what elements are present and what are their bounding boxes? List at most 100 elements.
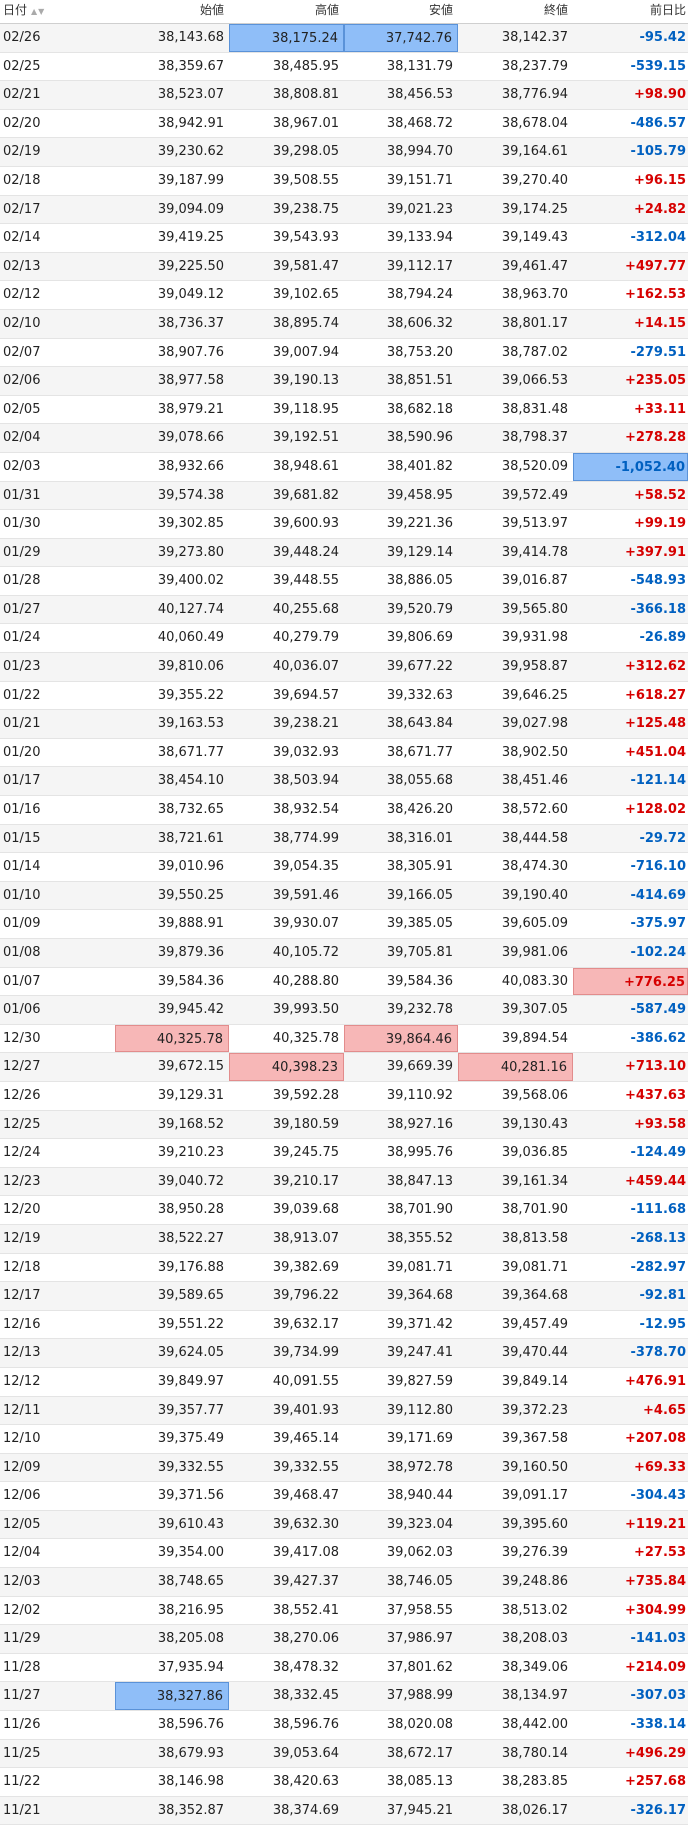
cell-date: 01/07 [3, 973, 41, 989]
table-row: 01/17 38,454.10 38,503.94 38,055.68 38,451.4… [0, 767, 688, 797]
cell-close: 39,161.34 [501, 1173, 568, 1189]
cell-low: 38,794.24 [386, 287, 453, 303]
cell-open: 38,359.67 [157, 58, 224, 74]
table-row: 01/27 40,127.74 40,255.68 39,520.79 39,565.8… [0, 595, 688, 625]
cell-open: 39,040.72 [157, 1173, 224, 1189]
cell-open: 38,522.27 [157, 1230, 224, 1246]
cell-open: 39,176.88 [157, 1259, 224, 1275]
header-high: 高値 [314, 3, 339, 17]
cell-open: 39,551.22 [157, 1316, 224, 1332]
table-row: 11/28 37,935.94 38,478.32 37,801.62 38,349.0… [0, 1654, 688, 1683]
cell-low: 39,332.63 [386, 687, 453, 703]
cell-date: 01/24 [3, 630, 41, 646]
cell-high: 38,808.81 [272, 87, 339, 103]
cell-low: 39,705.81 [386, 945, 453, 960]
cell-close: 38,474.30 [501, 859, 568, 875]
cell-open: 38,732.65 [157, 802, 224, 818]
cell-date: 02/20 [3, 115, 41, 131]
cell-close: 38,572.60 [501, 802, 568, 818]
cell-close: 39,605.09 [501, 916, 568, 932]
cell-open: 38,907.76 [157, 344, 224, 360]
cell-high: 39,681.82 [272, 487, 339, 503]
cell-change: +96.15 [633, 172, 686, 188]
cell-close: 39,160.50 [501, 1459, 568, 1475]
cell-high: 38,552.41 [272, 1602, 339, 1618]
cell-date: 12/04 [3, 1545, 41, 1561]
cell-high: 38,774.99 [272, 830, 339, 846]
cell-change: -312.04 [630, 230, 686, 246]
sort-arrows-icon[interactable]: ▲▼ [31, 2, 45, 22]
cell-open: 39,610.43 [157, 1516, 224, 1532]
header-close: 終値 [543, 3, 568, 17]
cell-close: 38,902.50 [501, 744, 568, 760]
cell-close: 40,281.16 [458, 1053, 573, 1081]
cell-low: 38,753.20 [386, 344, 453, 360]
cell-close: 38,349.06 [501, 1659, 568, 1675]
cell-date: 02/05 [3, 401, 41, 417]
table-row: 12/25 39,168.52 39,180.59 38,927.16 39,130.4… [0, 1110, 688, 1140]
cell-change: +207.08 [624, 1431, 686, 1447]
cell-close: 39,395.60 [501, 1516, 568, 1532]
table-row: 02/17 39,094.09 39,238.75 39,021.23 39,174.2… [0, 195, 688, 225]
cell-low: 38,426.20 [386, 802, 453, 818]
table-row: 01/30 39,302.85 39,600.93 39,221.36 39,513.9… [0, 510, 688, 539]
cell-open: 38,942.91 [157, 115, 224, 131]
cell-open: 38,143.68 [157, 30, 224, 45]
cell-open: 38,748.65 [157, 1574, 224, 1590]
cell-high: 39,581.47 [272, 258, 339, 274]
cell-low: 38,995.76 [386, 1145, 453, 1161]
cell-open: 39,049.12 [157, 287, 224, 303]
table-row: 02/05 38,979.21 39,118.95 38,682.18 38,831.4… [0, 396, 688, 425]
cell-high: 38,332.45 [272, 1688, 339, 1704]
cell-open: 39,945.42 [157, 1002, 224, 1018]
cell-low: 39,112.80 [386, 1402, 453, 1418]
table-row: 12/17 39,589.65 39,796.22 39,364.68 39,364.6… [0, 1282, 688, 1311]
table-row: 01/21 39,163.53 39,238.21 38,643.84 39,027.9… [0, 710, 688, 739]
header-date-sortable[interactable]: 日付 ▲▼ [0, 0, 115, 23]
cell-close: 39,894.54 [501, 1030, 568, 1046]
cell-change: +58.52 [633, 487, 686, 503]
cell-close: 38,798.37 [501, 430, 568, 446]
cell-date: 02/19 [3, 144, 41, 160]
table-row: 02/14 39,419.25 39,543.93 39,133.94 39,149.4… [0, 224, 688, 253]
cell-change: -279.51 [630, 344, 686, 360]
table-row: 12/05 39,610.43 39,632.30 39,323.04 39,395.6… [0, 1510, 688, 1540]
cell-low: 38,972.78 [386, 1459, 453, 1475]
cell-open: 38,596.76 [157, 1717, 224, 1733]
cell-date: 11/28 [3, 1659, 41, 1675]
cell-change: -338.14 [630, 1717, 686, 1733]
cell-date: 01/23 [3, 659, 41, 675]
table-row: 02/13 39,225.50 39,581.47 39,112.17 39,461.4… [0, 252, 688, 282]
cell-change: +162.53 [624, 287, 686, 303]
table-row: 01/16 38,732.65 38,932.54 38,426.20 38,572.6… [0, 796, 688, 825]
cell-low: 39,385.05 [386, 916, 453, 932]
cell-date: 12/27 [3, 1059, 41, 1075]
cell-change: +312.62 [624, 659, 686, 675]
cell-high: 39,118.95 [272, 401, 339, 417]
cell-low: 38,305.91 [386, 859, 453, 875]
cell-open: 39,574.38 [157, 487, 224, 503]
cell-open: 39,010.96 [157, 859, 224, 875]
cell-open: 39,210.23 [157, 1145, 224, 1161]
cell-high: 39,592.28 [272, 1087, 339, 1103]
cell-close: 38,801.17 [501, 315, 568, 331]
cell-high: 39,298.05 [272, 144, 339, 160]
cell-low: 39,133.94 [386, 230, 453, 246]
cell-low: 39,112.17 [386, 258, 453, 274]
cell-low: 39,364.68 [386, 1288, 453, 1304]
cell-close: 39,190.40 [501, 887, 568, 903]
cell-low: 39,232.78 [386, 1002, 453, 1018]
cell-close: 39,066.53 [501, 373, 568, 389]
cell-close: 38,787.02 [501, 344, 568, 360]
cell-low: 38,847.13 [386, 1173, 453, 1189]
cell-date: 12/03 [3, 1574, 41, 1590]
cell-open: 39,354.00 [157, 1545, 224, 1561]
cell-change: -29.72 [639, 830, 686, 846]
cell-low: 38,590.96 [386, 430, 453, 446]
cell-change: -304.43 [630, 1488, 686, 1504]
cell-low: 37,801.62 [386, 1659, 453, 1675]
cell-change: +451.04 [624, 744, 686, 760]
cell-close: 38,831.48 [501, 401, 568, 417]
table-row: 12/04 39,354.00 39,417.08 39,062.03 39,276.3… [0, 1539, 688, 1569]
cell-low: 39,062.03 [386, 1545, 453, 1561]
